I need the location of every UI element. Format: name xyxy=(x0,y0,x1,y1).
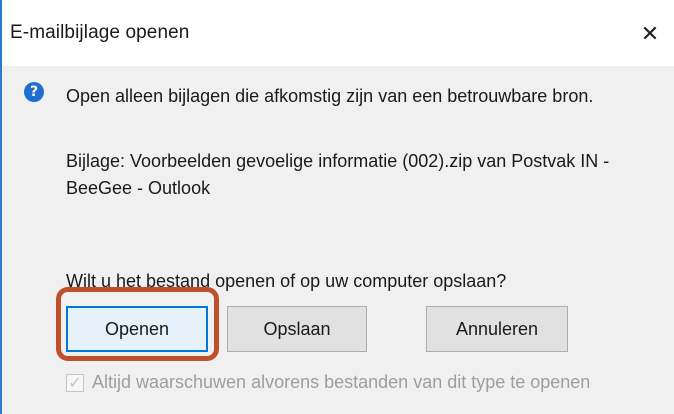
attachment-info: Bijlage: Voorbeelden gevoelige informati… xyxy=(66,151,610,198)
open-button[interactable]: Openen xyxy=(66,306,208,352)
warning-message: Open alleen bijlagen die afkomstig zijn … xyxy=(66,86,594,106)
always-warn-checkbox[interactable]: ✓ xyxy=(66,373,84,392)
close-button[interactable]: ✕ xyxy=(630,16,670,52)
dialog-title: E-mailbijlage openen xyxy=(10,22,190,43)
checkmark-icon: ✓ xyxy=(68,373,82,392)
attachment-dialog: E-mailbijlage openen ✕ ? Open alleen bij… xyxy=(0,0,674,414)
save-button[interactable]: Opslaan xyxy=(227,306,367,352)
cancel-button[interactable]: Annuleren xyxy=(426,306,568,352)
always-warn-label: Altijd waarschuwen alvorens bestanden va… xyxy=(92,372,591,392)
close-icon: ✕ xyxy=(640,21,660,46)
dialog-body xyxy=(2,66,674,414)
always-warn-option: ✓ Altijd waarschuwen alvorens bestanden … xyxy=(66,372,590,393)
title-bar: E-mailbijlage openen ✕ xyxy=(2,0,674,66)
question-text: Wilt u het bestand openen of op uw compu… xyxy=(66,271,507,291)
help-icon: ? xyxy=(24,82,44,102)
